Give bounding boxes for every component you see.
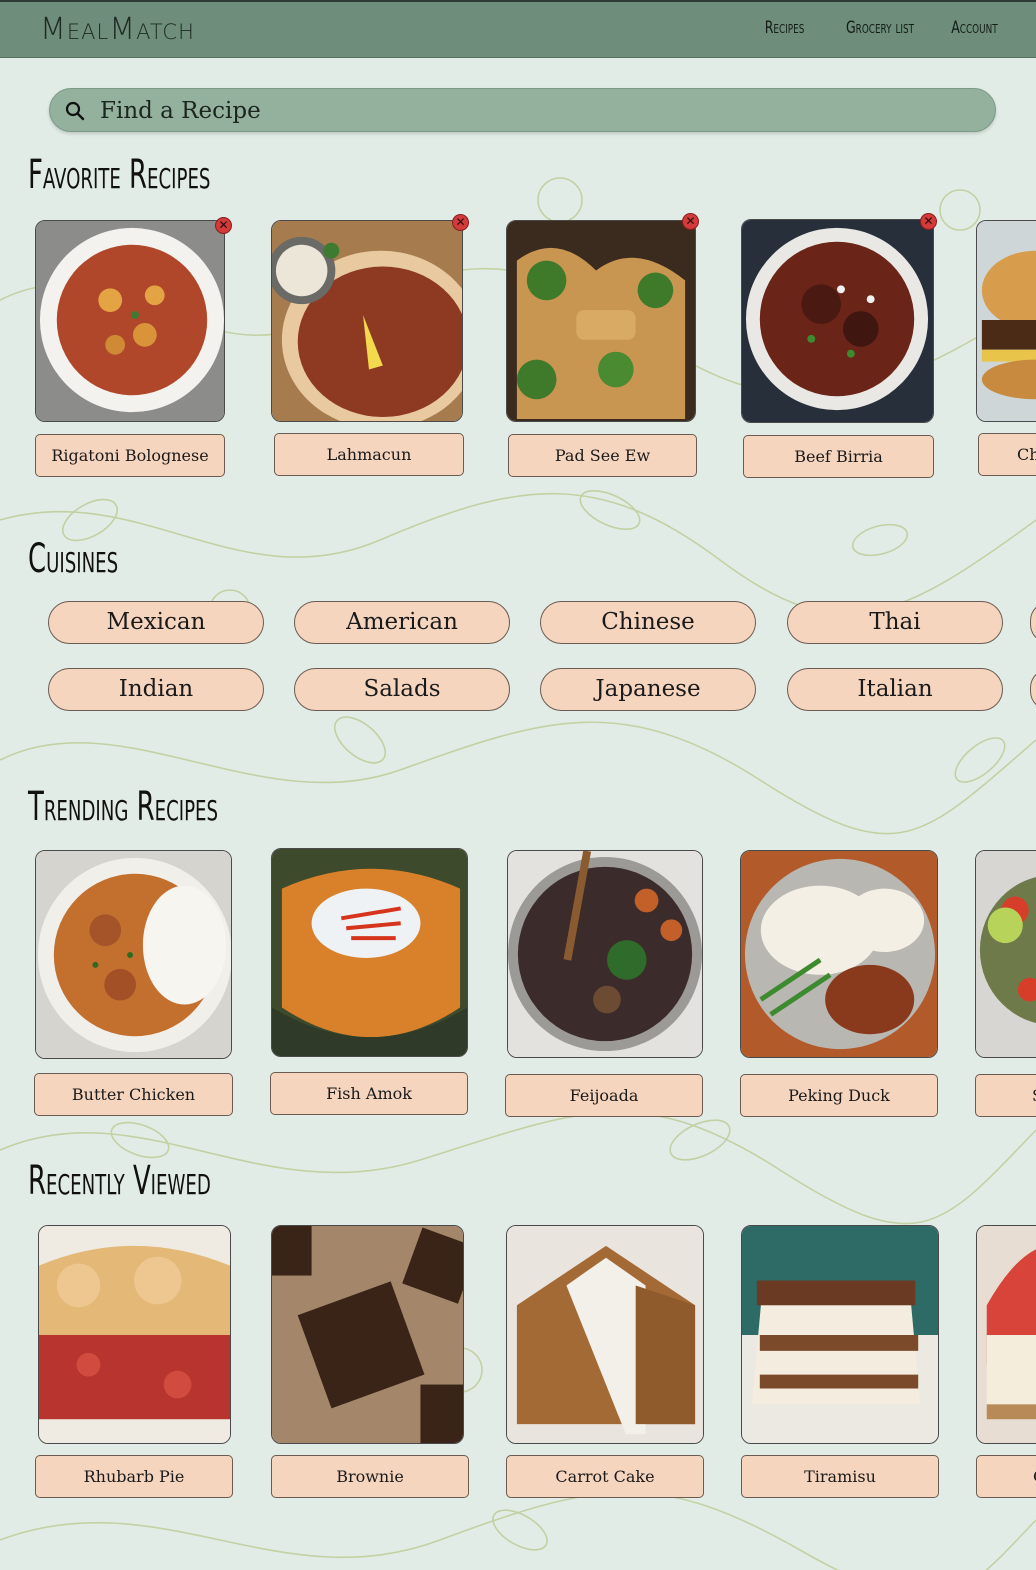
recipe-image-tiramisu[interactable] <box>741 1225 939 1444</box>
recipe-image-partial[interactable] <box>976 1225 1036 1444</box>
trending-title: Trending Recipes <box>28 784 218 830</box>
remove-favorite-button[interactable]: ✕ <box>682 213 699 230</box>
main-nav: Recipes Grocery list Account <box>756 18 998 38</box>
recipe-search-bar[interactable] <box>49 88 996 132</box>
nav-account[interactable]: Account <box>952 18 998 38</box>
recipe-image-fish-amok[interactable] <box>271 848 468 1057</box>
cuisine-salads[interactable]: Salads <box>294 668 510 711</box>
recipe-label[interactable]: Rhubarb Pie <box>35 1455 233 1498</box>
app-logo[interactable]: MealMatch <box>40 12 195 47</box>
recipe-label[interactable]: C <box>976 1455 1036 1498</box>
cuisine-japanese[interactable]: Japanese <box>540 668 756 711</box>
recipe-image-feijoada[interactable] <box>507 850 703 1058</box>
recipe-label[interactable]: Beef Birria <box>743 435 934 478</box>
cuisine-chinese[interactable]: Chinese <box>540 601 756 644</box>
top-navigation-bar: MealMatch Recipes Grocery list Account <box>0 0 1036 58</box>
recipe-image-butter-chicken[interactable] <box>35 850 232 1059</box>
cuisine-mexican[interactable]: Mexican <box>48 601 264 644</box>
recipe-label[interactable]: Feijoada <box>505 1074 703 1117</box>
remove-favorite-button[interactable]: ✕ <box>215 217 232 234</box>
recipe-image-partial[interactable] <box>976 220 1036 422</box>
recipe-label[interactable]: Carrot Cake <box>506 1455 704 1498</box>
recipe-image-beef-birria[interactable] <box>741 219 934 423</box>
cuisine-indian[interactable]: Indian <box>48 668 264 711</box>
cuisine-italian[interactable]: Italian <box>787 668 1003 711</box>
recipe-label[interactable]: Ch <box>978 433 1036 476</box>
search-input[interactable] <box>98 94 982 128</box>
recipe-image-peking-duck[interactable] <box>740 850 938 1058</box>
recipe-label[interactable]: Rigatoni Bolognese <box>35 434 225 477</box>
recipe-label[interactable]: Pad See Ew <box>508 434 697 477</box>
recipe-label[interactable]: Butter Chicken <box>34 1073 233 1116</box>
recipe-label[interactable]: S <box>975 1074 1036 1117</box>
recipe-label[interactable]: Fish Amok <box>270 1072 468 1115</box>
recipe-image-lahmacun[interactable] <box>271 220 463 422</box>
cuisine-thai[interactable]: Thai <box>787 601 1003 644</box>
recipe-image-pad-see-ew[interactable] <box>506 220 696 422</box>
recent-title: Recently Viewed <box>28 1158 211 1204</box>
remove-favorite-button[interactable]: ✕ <box>920 213 937 230</box>
remove-favorite-button[interactable]: ✕ <box>452 214 469 231</box>
nav-recipes[interactable]: Recipes <box>765 18 805 38</box>
cuisines-title: Cuisines <box>28 536 119 582</box>
cuisine-american[interactable]: American <box>294 601 510 644</box>
recipe-label[interactable]: Tiramisu <box>741 1455 939 1498</box>
favorites-title: Favorite Recipes <box>28 152 211 198</box>
recipe-label[interactable]: Lahmacun <box>274 433 464 476</box>
recipe-image-brownie[interactable] <box>271 1225 464 1444</box>
recipe-image-partial[interactable] <box>975 850 1036 1058</box>
recipe-image-carrot-cake[interactable] <box>506 1225 704 1444</box>
recipe-label[interactable]: Peking Duck <box>740 1074 938 1117</box>
search-icon <box>65 101 85 121</box>
nav-grocery-list[interactable]: Grocery list <box>846 18 914 38</box>
recipe-image-rhubarb-pie[interactable] <box>38 1225 231 1444</box>
recipe-label[interactable]: Brownie <box>271 1455 469 1498</box>
recipe-image-rigatoni-bolognese[interactable] <box>35 220 225 422</box>
